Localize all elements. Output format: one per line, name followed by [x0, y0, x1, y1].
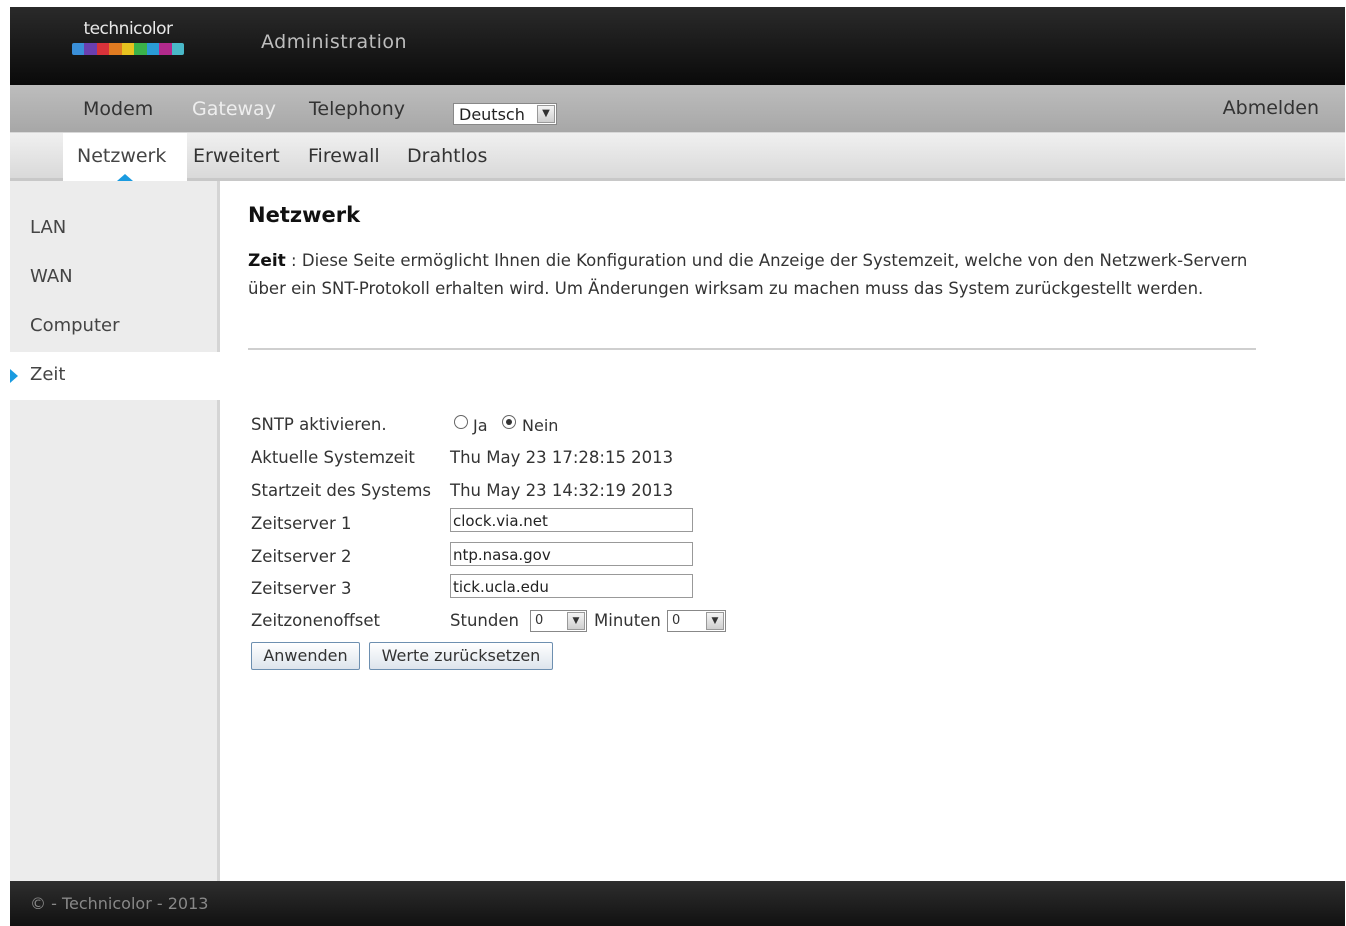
server2-input[interactable]: ntp.nasa.gov — [450, 542, 693, 566]
minutes-select[interactable]: 0 ▼ — [667, 610, 726, 632]
sidebar-item-lan[interactable]: LAN — [10, 205, 220, 253]
chevron-down-icon[interactable]: ▼ — [537, 105, 555, 123]
nav-telephony[interactable]: Telephony — [309, 98, 405, 120]
sidebar-item-computer[interactable]: Computer — [10, 303, 220, 351]
sidebar: LAN WAN Computer Zeit — [10, 181, 220, 881]
router-admin-page: technicolor Administration Modem Gateway… — [10, 7, 1345, 926]
logout-link[interactable]: Abmelden — [1223, 97, 1319, 119]
hours-label: Stunden — [450, 611, 519, 630]
tab-drahtlos[interactable]: Drahtlos — [407, 145, 487, 167]
logo-text: technicolor — [83, 19, 173, 39]
sidebar-item-label: WAN — [30, 266, 73, 287]
technicolor-logo[interactable]: technicolor — [72, 19, 184, 63]
language-value: Deutsch — [459, 105, 525, 124]
apply-button[interactable]: Anwenden — [251, 642, 360, 670]
language-select[interactable]: Deutsch ▼ — [453, 103, 557, 125]
nav-gateway[interactable]: Gateway — [192, 98, 276, 120]
sidebar-item-wan[interactable]: WAN — [10, 254, 220, 302]
logo-color-bar — [72, 43, 184, 55]
chevron-down-icon[interactable]: ▼ — [706, 612, 724, 630]
footer-copyright: © - Technicolor - 2013 — [30, 894, 209, 913]
main-nav: Modem Gateway Telephony Deutsch ▼ Abmeld… — [10, 85, 1345, 133]
sntp-yes-label: Ja — [473, 416, 488, 435]
start-time-value: Thu May 23 14:32:19 2013 — [450, 481, 674, 500]
current-time-label: Aktuelle Systemzeit — [251, 448, 415, 467]
description-separator: : — [285, 251, 302, 270]
sntp-no-radio[interactable] — [502, 415, 516, 429]
divider — [248, 348, 1256, 350]
header: technicolor Administration — [10, 7, 1345, 85]
server3-label: Zeitserver 3 — [251, 579, 352, 598]
sidebar-item-label: Zeit — [30, 364, 66, 385]
sntp-yes-radio[interactable] — [454, 415, 468, 429]
hours-value: 0 — [535, 613, 544, 628]
server1-input[interactable]: clock.via.net — [450, 508, 693, 532]
description-text: Diese Seite ermöglicht Ihnen die Konfigu… — [248, 251, 1248, 298]
hours-select[interactable]: 0 ▼ — [530, 610, 587, 632]
start-time-label: Startzeit des Systems — [251, 481, 432, 500]
minutes-value: 0 — [672, 613, 681, 628]
sidebar-item-zeit[interactable]: Zeit — [10, 352, 220, 400]
tab-netzwerk[interactable]: Netzwerk — [63, 133, 187, 181]
current-time-value: Thu May 23 17:28:15 2013 — [450, 448, 674, 467]
nav-modem[interactable]: Modem — [83, 98, 153, 120]
active-tab-pointer-icon — [117, 174, 133, 181]
active-caret-icon — [10, 369, 18, 383]
page-title: Netzwerk — [248, 203, 361, 227]
sntp-label: SNTP aktivieren. — [251, 415, 387, 434]
server3-input[interactable]: tick.ucla.edu — [450, 574, 693, 598]
tab-erweitert[interactable]: Erweitert — [193, 145, 280, 167]
tab-firewall[interactable]: Firewall — [308, 145, 380, 167]
footer: © - Technicolor - 2013 — [10, 881, 1345, 926]
server1-label: Zeitserver 1 — [251, 514, 352, 533]
description-label: Zeit — [248, 251, 286, 271]
reset-button[interactable]: Werte zurücksetzen — [369, 642, 553, 670]
server2-label: Zeitserver 2 — [251, 547, 352, 566]
app-title: Administration — [261, 31, 408, 53]
page-description: Zeit : Diese Seite ermöglicht Ihnen die … — [248, 247, 1253, 302]
sidebar-item-label: LAN — [30, 217, 67, 238]
chevron-down-icon[interactable]: ▼ — [567, 612, 585, 630]
sntp-no-label: Nein — [522, 416, 559, 435]
offset-label: Zeitzonenoffset — [251, 611, 381, 630]
minutes-label: Minuten — [594, 611, 661, 630]
sidebar-item-label: Computer — [30, 315, 120, 336]
tab-netzwerk-label: Netzwerk — [77, 145, 167, 167]
sub-nav: Netzwerk Erweitert Firewall Drahtlos — [10, 133, 1345, 181]
